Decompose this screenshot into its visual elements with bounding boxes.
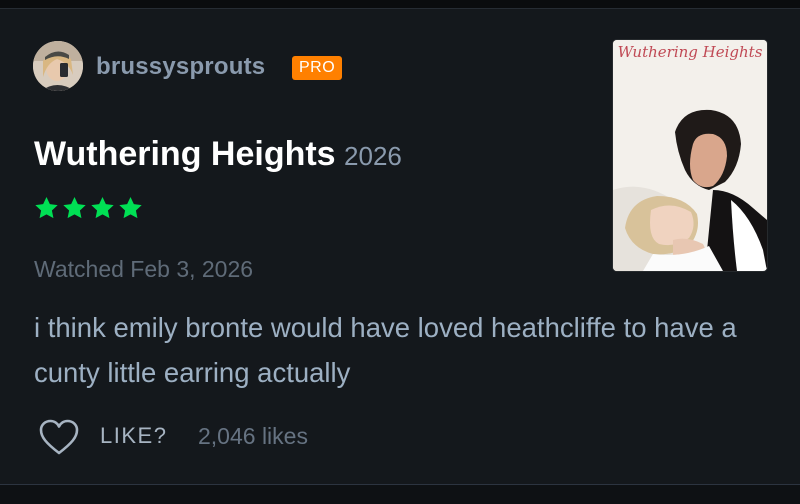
review-text: i think emily bronte would have loved he…	[34, 312, 737, 388]
star-icon	[119, 196, 142, 219]
top-divider	[0, 0, 800, 9]
star-rating	[33, 195, 144, 221]
bottom-divider	[0, 484, 800, 504]
heart-icon[interactable]	[38, 418, 80, 456]
poster-title: Wuthering Heights	[617, 43, 763, 61]
username[interactable]: brussysprouts	[96, 52, 265, 82]
watched-date: Watched Feb 3, 2026	[34, 256, 254, 282]
like-count[interactable]: 2,046 likes	[198, 422, 308, 450]
avatar[interactable]	[33, 41, 83, 91]
like-button[interactable]: LIKE?	[100, 422, 167, 450]
pro-badge: PRO	[292, 56, 343, 80]
review-card: brussysprouts PRO Wuthering Heights 2026…	[0, 0, 800, 504]
poster-artwork	[613, 40, 767, 271]
film-poster[interactable]: Wuthering Heights	[613, 40, 767, 271]
star-icon	[35, 196, 58, 219]
film-year[interactable]: 2026	[344, 141, 402, 171]
avatar-photo	[33, 41, 83, 91]
star-icon	[63, 196, 86, 219]
star-icon	[91, 196, 114, 219]
film-heading: Wuthering Heights 2026	[34, 134, 402, 174]
film-title[interactable]: Wuthering Heights	[34, 135, 336, 173]
